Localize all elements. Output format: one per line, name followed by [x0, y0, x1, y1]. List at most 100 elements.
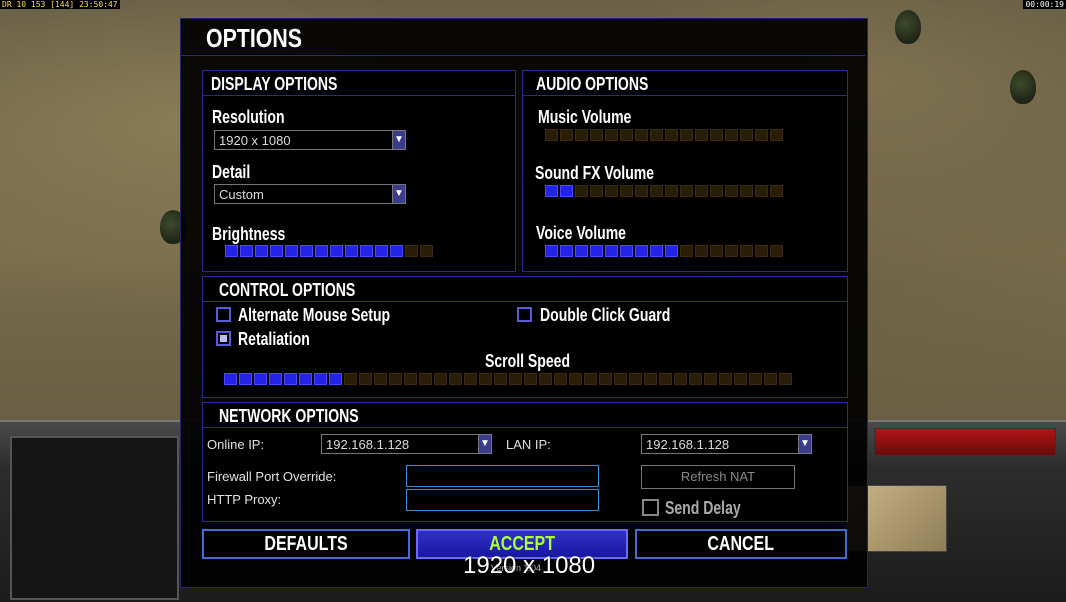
slider-segment-empty[interactable]	[764, 373, 777, 385]
slider-segment-filled[interactable]	[254, 373, 267, 385]
slider-segment-empty[interactable]	[740, 185, 753, 197]
slider-segment-empty[interactable]	[635, 185, 648, 197]
slider-segment-empty[interactable]	[599, 373, 612, 385]
slider-segment-empty[interactable]	[554, 373, 567, 385]
http-proxy-input[interactable]	[406, 489, 599, 511]
slider-segment-empty[interactable]	[575, 129, 588, 141]
cancel-button[interactable]: CANCEL	[635, 529, 847, 559]
slider-segment-empty[interactable]	[665, 185, 678, 197]
slider-segment-empty[interactable]	[644, 373, 657, 385]
slider-segment-empty[interactable]	[584, 373, 597, 385]
slider-segment-empty[interactable]	[665, 129, 678, 141]
slider-segment-empty[interactable]	[590, 185, 603, 197]
slider-segment-empty[interactable]	[770, 245, 783, 257]
slider-segment-empty[interactable]	[725, 185, 738, 197]
slider-segment-empty[interactable]	[725, 245, 738, 257]
slider-segment-empty[interactable]	[629, 373, 642, 385]
slider-segment-empty[interactable]	[779, 373, 792, 385]
retaliation-checkbox[interactable]	[216, 331, 231, 346]
slider-segment-empty[interactable]	[449, 373, 462, 385]
online-ip-dropdown[interactable]: 192.168.1.128 ▼	[321, 434, 492, 454]
slider-segment-empty[interactable]	[635, 129, 648, 141]
slider-segment-filled[interactable]	[620, 245, 633, 257]
slider-segment-empty[interactable]	[710, 129, 723, 141]
slider-segment-filled[interactable]	[545, 245, 558, 257]
slider-segment-filled[interactable]	[575, 245, 588, 257]
slider-segment-filled[interactable]	[650, 245, 663, 257]
slider-segment-empty[interactable]	[569, 373, 582, 385]
slider-segment-filled[interactable]	[239, 373, 252, 385]
slider-segment-empty[interactable]	[420, 245, 433, 257]
slider-segment-filled[interactable]	[284, 373, 297, 385]
slider-segment-filled[interactable]	[240, 245, 253, 257]
slider-segment-filled[interactable]	[255, 245, 268, 257]
chevron-down-icon[interactable]: ▼	[392, 185, 405, 203]
slider-segment-empty[interactable]	[405, 245, 418, 257]
slider-segment-empty[interactable]	[494, 373, 507, 385]
resolution-dropdown[interactable]: 1920 x 1080 ▼	[214, 130, 406, 150]
slider-segment-empty[interactable]	[650, 185, 663, 197]
slider-segment-filled[interactable]	[345, 245, 358, 257]
slider-segment-empty[interactable]	[770, 185, 783, 197]
slider-segment-filled[interactable]	[314, 373, 327, 385]
firewall-port-input[interactable]	[406, 465, 599, 487]
slider-segment-empty[interactable]	[680, 245, 693, 257]
slider-segment-empty[interactable]	[695, 245, 708, 257]
slider-segment-empty[interactable]	[614, 373, 627, 385]
slider-segment-filled[interactable]	[224, 373, 237, 385]
slider-segment-filled[interactable]	[225, 245, 238, 257]
slider-segment-empty[interactable]	[605, 129, 618, 141]
slider-segment-empty[interactable]	[704, 373, 717, 385]
slider-segment-empty[interactable]	[524, 373, 537, 385]
slider-segment-empty[interactable]	[680, 129, 693, 141]
slider-segment-empty[interactable]	[605, 185, 618, 197]
send-delay-checkbox[interactable]	[642, 499, 659, 516]
lan-ip-dropdown[interactable]: 192.168.1.128 ▼	[641, 434, 812, 454]
voice-volume-slider[interactable]	[545, 245, 783, 257]
slider-segment-empty[interactable]	[755, 245, 768, 257]
alternate-mouse-checkbox[interactable]	[216, 307, 231, 322]
defaults-button[interactable]: DEFAULTS	[202, 529, 410, 559]
slider-segment-filled[interactable]	[300, 245, 313, 257]
slider-segment-filled[interactable]	[605, 245, 618, 257]
slider-segment-empty[interactable]	[509, 373, 522, 385]
slider-segment-empty[interactable]	[359, 373, 372, 385]
slider-segment-filled[interactable]	[545, 185, 558, 197]
slider-segment-empty[interactable]	[539, 373, 552, 385]
slider-segment-empty[interactable]	[674, 373, 687, 385]
slider-segment-empty[interactable]	[404, 373, 417, 385]
slider-segment-empty[interactable]	[695, 129, 708, 141]
slider-segment-empty[interactable]	[389, 373, 402, 385]
slider-segment-empty[interactable]	[479, 373, 492, 385]
slider-segment-filled[interactable]	[329, 373, 342, 385]
slider-segment-empty[interactable]	[755, 185, 768, 197]
slider-segment-empty[interactable]	[755, 129, 768, 141]
slider-segment-empty[interactable]	[650, 129, 663, 141]
slider-segment-filled[interactable]	[560, 245, 573, 257]
slider-segment-empty[interactable]	[545, 129, 558, 141]
slider-segment-filled[interactable]	[285, 245, 298, 257]
slider-segment-empty[interactable]	[719, 373, 732, 385]
slider-segment-filled[interactable]	[315, 245, 328, 257]
slider-segment-empty[interactable]	[689, 373, 702, 385]
slider-segment-empty[interactable]	[710, 245, 723, 257]
slider-segment-empty[interactable]	[659, 373, 672, 385]
slider-segment-empty[interactable]	[695, 185, 708, 197]
slider-segment-empty[interactable]	[620, 129, 633, 141]
chevron-down-icon[interactable]: ▼	[798, 435, 811, 453]
chevron-down-icon[interactable]: ▼	[478, 435, 491, 453]
slider-segment-filled[interactable]	[270, 245, 283, 257]
slider-segment-empty[interactable]	[419, 373, 432, 385]
detail-dropdown[interactable]: Custom ▼	[214, 184, 406, 204]
slider-segment-empty[interactable]	[620, 185, 633, 197]
double-click-guard-checkbox[interactable]	[517, 307, 532, 322]
scroll-speed-slider[interactable]	[224, 373, 792, 385]
sound-fx-volume-slider[interactable]	[545, 185, 783, 197]
slider-segment-empty[interactable]	[740, 245, 753, 257]
slider-segment-empty[interactable]	[434, 373, 447, 385]
slider-segment-filled[interactable]	[635, 245, 648, 257]
slider-segment-empty[interactable]	[344, 373, 357, 385]
slider-segment-empty[interactable]	[740, 129, 753, 141]
slider-segment-filled[interactable]	[390, 245, 403, 257]
slider-segment-filled[interactable]	[360, 245, 373, 257]
